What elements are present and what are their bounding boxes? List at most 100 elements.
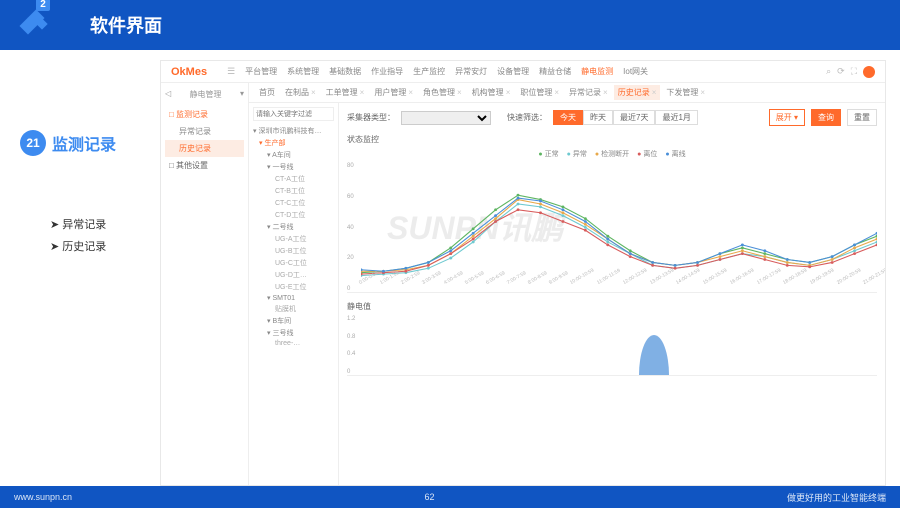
tree-node[interactable]: UG-D工…: [253, 269, 334, 281]
close-icon[interactable]: ×: [652, 88, 657, 97]
tab[interactable]: 下发管理×: [662, 85, 709, 100]
close-icon[interactable]: ×: [311, 88, 316, 97]
sidebar-group: 静电管理: [190, 89, 222, 100]
tab[interactable]: 用户管理×: [370, 85, 417, 100]
quick-filter-button[interactable]: 今天: [553, 110, 583, 125]
tree-node[interactable]: three-…: [253, 339, 334, 348]
tree-node[interactable]: ▾ 一号线: [253, 161, 334, 173]
close-icon[interactable]: ×: [700, 88, 705, 97]
main-panel: 采集器类型： 快速筛选： 今天昨天最近7天最近1月 展开 ▾ 查询 重置 状态监…: [339, 103, 885, 485]
sidebar-item[interactable]: □ 其他设置: [165, 157, 244, 174]
quick-filter-button[interactable]: 最近1月: [655, 110, 697, 125]
status-chart: SUNPN讯鹏 806040200 0:00-0:591:00-1:592:00…: [347, 163, 877, 293]
chart1-plot: [361, 163, 877, 280]
tree-node[interactable]: ▾ 深圳市讯鹏科技有…: [253, 125, 334, 137]
menu-icon[interactable]: ☰: [227, 66, 235, 77]
tab[interactable]: 历史记录×: [614, 85, 661, 100]
nav-item[interactable]: 精益仓储: [539, 66, 571, 77]
section-badge: 2: [36, 0, 50, 11]
tree-node[interactable]: CT-D工位: [253, 209, 334, 221]
tree-node[interactable]: ▾ A车间: [253, 149, 334, 161]
sidebar-item[interactable]: □ 监测记录: [165, 106, 244, 123]
inner-layout: ▾ 深圳市讯鹏科技有…▾ 生产部▾ A车间▾ 一号线CT-A工位CT-B工位CT…: [249, 103, 885, 485]
chart1-legend: 正常 异常 检测断开 离位 离线: [347, 149, 877, 159]
sidebar-item[interactable]: 异常记录: [165, 123, 244, 140]
nav-item[interactable]: Iot网关: [623, 66, 648, 77]
slide-annotations: 21 监测记录 ➤ 异常记录 ➤ 历史记录: [0, 50, 160, 486]
tab[interactable]: 异常记录×: [565, 85, 612, 100]
tree-node[interactable]: CT-C工位: [253, 197, 334, 209]
tree-node[interactable]: ▾ 二号线: [253, 221, 334, 233]
footer-url: www.sunpn.cn: [14, 492, 72, 502]
tree-node[interactable]: UG-E工位: [253, 281, 334, 293]
close-icon[interactable]: ×: [554, 88, 559, 97]
tree-node[interactable]: UG-A工位: [253, 233, 334, 245]
tree-node[interactable]: UG-B工位: [253, 245, 334, 257]
tree-node[interactable]: UG-C工位: [253, 257, 334, 269]
legend-item: 正常: [538, 149, 558, 159]
tree-node[interactable]: ▾ 三号线: [253, 327, 334, 339]
tab-bar: 首页在制品×工单管理×用户管理×角色管理×机构管理×职位管理×异常记录×历史记录…: [249, 83, 885, 103]
footer-page: 62: [425, 492, 435, 502]
chart2-peak: [639, 335, 669, 375]
top-nav: 平台管理系统管理基础数据作业指导生产监控异常安灯设备管理精益仓储静电监测 Iot网…: [245, 66, 826, 77]
collector-type-label: 采集器类型：: [347, 112, 395, 123]
tab[interactable]: 首页: [255, 85, 279, 100]
tree-node[interactable]: ▾ 生产部: [253, 137, 334, 149]
reset-button[interactable]: 重置: [847, 109, 877, 126]
chart2-wrap: 静电值 1.20.80.40: [347, 301, 877, 376]
tab[interactable]: 工单管理×: [322, 85, 369, 100]
tree-node[interactable]: CT-B工位: [253, 185, 334, 197]
nav-item[interactable]: 设备管理: [497, 66, 529, 77]
bullet-item: ➤ 历史记录: [50, 238, 160, 254]
refresh-icon[interactable]: ⟳: [837, 66, 845, 77]
quick-filter-button[interactable]: 最近7天: [613, 110, 655, 125]
legend-item: 异常: [567, 149, 587, 159]
filter-bar: 采集器类型： 快速筛选： 今天昨天最近7天最近1月 展开 ▾ 查询 重置: [347, 109, 877, 126]
query-button[interactable]: 查询: [811, 109, 841, 126]
expand-button[interactable]: 展开 ▾: [769, 109, 805, 126]
nav-item[interactable]: 异常安灯: [455, 66, 487, 77]
expand-icon[interactable]: ⛶: [851, 66, 857, 77]
sidebar: ◁ 静电管理 ▾ □ 监测记录异常记录历史记录□ 其他设置: [161, 83, 249, 485]
chart1-xaxis: 0:00-0:591:00-1:592:00-2:593:00-3:594:00…: [361, 280, 877, 292]
quick-filter-label: 快速筛选：: [507, 112, 547, 123]
close-icon[interactable]: ×: [408, 88, 413, 97]
chart2-yaxis: 1.20.80.40: [347, 316, 359, 375]
nav-item[interactable]: 系统管理: [287, 66, 319, 77]
tree-node[interactable]: 贴膜机: [253, 303, 334, 315]
close-icon[interactable]: ×: [506, 88, 511, 97]
nav-item[interactable]: 生产监控: [413, 66, 445, 77]
bullet-list: ➤ 异常记录 ➤ 历史记录: [50, 216, 160, 254]
tab[interactable]: 在制品×: [281, 85, 320, 100]
back-icon[interactable]: ◁: [165, 89, 171, 100]
search-icon[interactable]: ⌕: [826, 66, 831, 77]
footer-slogan: 做更好用的工业智能终端: [787, 491, 886, 504]
nav-item[interactable]: 平台管理: [245, 66, 277, 77]
content-area: 首页在制品×工单管理×用户管理×角色管理×机构管理×职位管理×异常记录×历史记录…: [249, 83, 885, 485]
chevron-down-icon[interactable]: ▾: [240, 89, 244, 100]
slide-title: 软件界面: [90, 12, 162, 38]
collector-type-select[interactable]: [401, 111, 491, 125]
tab[interactable]: 机构管理×: [468, 85, 515, 100]
nav-item[interactable]: 静电监测: [581, 66, 613, 77]
bullet-item: ➤ 异常记录: [50, 216, 160, 232]
sidebar-item[interactable]: 历史记录: [165, 140, 244, 157]
tree-node[interactable]: CT-A工位: [253, 173, 334, 185]
chart1-title: 状态监控: [347, 134, 877, 145]
close-icon[interactable]: ×: [360, 88, 365, 97]
tree-node[interactable]: ▾ SMT01: [253, 293, 334, 303]
nav-item[interactable]: 作业指导: [371, 66, 403, 77]
tree-node[interactable]: ▾ B车间: [253, 315, 334, 327]
avatar[interactable]: [863, 66, 875, 78]
tab[interactable]: 角色管理×: [419, 85, 466, 100]
close-icon[interactable]: ×: [457, 88, 462, 97]
quick-filter-button[interactable]: 昨天: [583, 110, 613, 125]
static-chart: 1.20.80.40: [347, 316, 877, 376]
tree-search-input[interactable]: [253, 107, 334, 121]
tab[interactable]: 职位管理×: [516, 85, 563, 100]
nav-item[interactable]: 基础数据: [329, 66, 361, 77]
close-icon[interactable]: ×: [603, 88, 608, 97]
legend-item: 离线: [665, 149, 685, 159]
legend-item: 检测断开: [595, 149, 629, 159]
